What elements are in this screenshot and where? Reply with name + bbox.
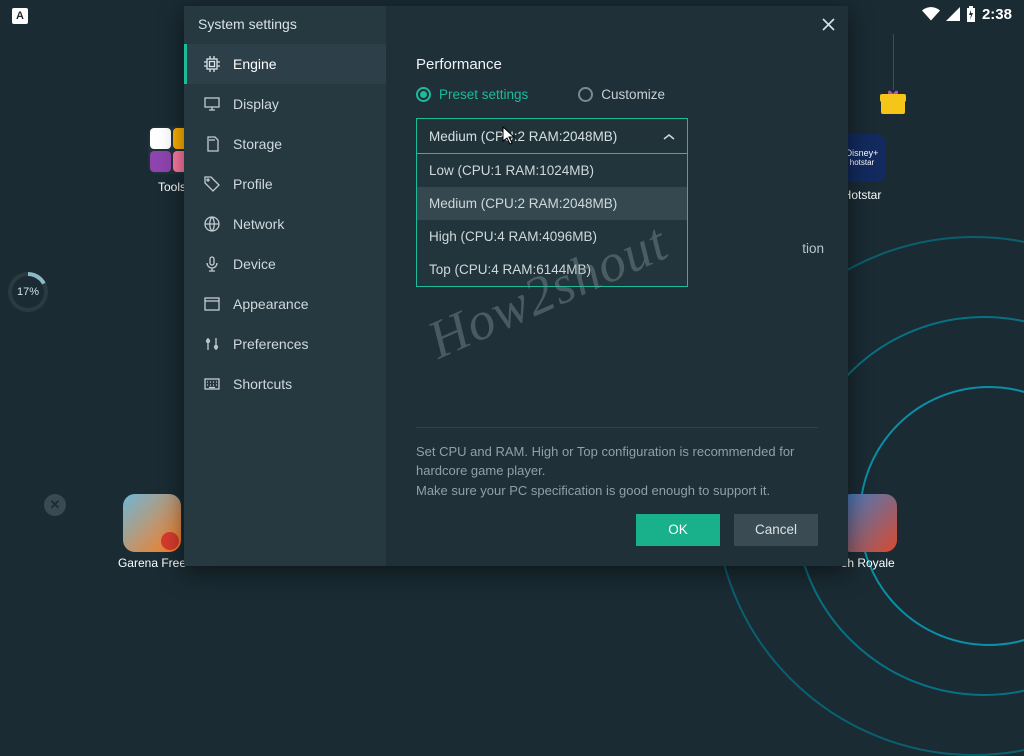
settings-modal: System settings Engine Display Storage P… <box>184 6 848 566</box>
nav-label: Appearance <box>233 296 309 312</box>
radio-label: Preset settings <box>439 87 528 102</box>
monitor-icon <box>203 97 221 111</box>
nav-appearance[interactable]: Appearance <box>184 284 386 324</box>
nav-engine[interactable]: Engine <box>184 44 386 84</box>
nav-label: Storage <box>233 136 282 152</box>
nav-label: Network <box>233 216 284 232</box>
preset-option-high[interactable]: High (CPU:4 RAM:4096MB) <box>417 220 687 253</box>
preset-option-top[interactable]: Top (CPU:4 RAM:6144MB) <box>417 253 687 286</box>
cpu-icon <box>203 56 221 72</box>
nav-display[interactable]: Display <box>184 84 386 124</box>
nav-label: Shortcuts <box>233 376 292 392</box>
keyboard-icon <box>203 378 221 390</box>
nav-storage[interactable]: Storage <box>184 124 386 164</box>
game-garena[interactable]: Garena Free <box>114 494 190 570</box>
nav-label: Engine <box>233 56 277 72</box>
nav-label: Profile <box>233 176 273 192</box>
nav-preferences[interactable]: Preferences <box>184 324 386 364</box>
nav-label: Device <box>233 256 276 272</box>
close-badge-icon[interactable]: ✕ <box>44 494 66 516</box>
modal-title: System settings <box>198 16 297 32</box>
battery-icon <box>966 6 976 22</box>
nav-shortcuts[interactable]: Shortcuts <box>184 364 386 404</box>
preset-option-medium[interactable]: Medium (CPU:2 RAM:2048MB) <box>417 187 687 220</box>
app-indicator-icon: A <box>12 8 28 24</box>
ok-button[interactable]: OK <box>636 514 720 546</box>
obscured-text: tion <box>802 241 824 256</box>
radio-label: Customize <box>601 87 665 102</box>
radio-dot-icon <box>578 87 593 102</box>
window-icon <box>203 297 221 311</box>
preset-dropdown: Low (CPU:1 RAM:1024MB) Medium (CPU:2 RAM… <box>416 154 688 287</box>
settings-pane: Performance Preset settings Customize Me… <box>386 6 848 566</box>
nav-network[interactable]: Network <box>184 204 386 244</box>
help-text: Set CPU and RAM. High or Top configurati… <box>416 427 818 547</box>
status-bar: 2:38 <box>922 0 1012 28</box>
settings-sidebar: Engine Display Storage Profile Network D… <box>184 6 386 566</box>
status-time: 2:38 <box>982 6 1012 23</box>
game-label: Garena Free <box>114 556 190 570</box>
wifi-icon <box>922 7 940 21</box>
nav-device[interactable]: Device <box>184 244 386 284</box>
nav-label: Preferences <box>233 336 308 352</box>
sliders-icon <box>203 337 221 351</box>
globe-icon <box>203 216 221 232</box>
radio-group-mode: Preset settings Customize <box>416 87 818 102</box>
cancel-button[interactable]: Cancel <box>734 514 818 546</box>
select-value: Medium (CPU:2 RAM:2048MB) <box>429 129 617 144</box>
mic-icon <box>203 256 221 272</box>
chevron-up-icon <box>663 129 675 144</box>
gift-icon[interactable] <box>881 88 909 116</box>
preset-option-low[interactable]: Low (CPU:1 RAM:1024MB) <box>417 154 687 187</box>
nav-label: Display <box>233 96 279 112</box>
section-title: Performance <box>416 56 818 73</box>
signal-icon <box>946 7 960 21</box>
sdcard-icon <box>203 136 221 152</box>
progress-badge[interactable]: 17% <box>8 272 48 312</box>
radio-preset[interactable]: Preset settings <box>416 87 528 102</box>
preset-select[interactable]: Medium (CPU:2 RAM:2048MB) <box>416 118 688 154</box>
tag-icon <box>203 176 221 192</box>
radio-dot-icon <box>416 87 431 102</box>
radio-customize[interactable]: Customize <box>578 87 665 102</box>
nav-profile[interactable]: Profile <box>184 164 386 204</box>
